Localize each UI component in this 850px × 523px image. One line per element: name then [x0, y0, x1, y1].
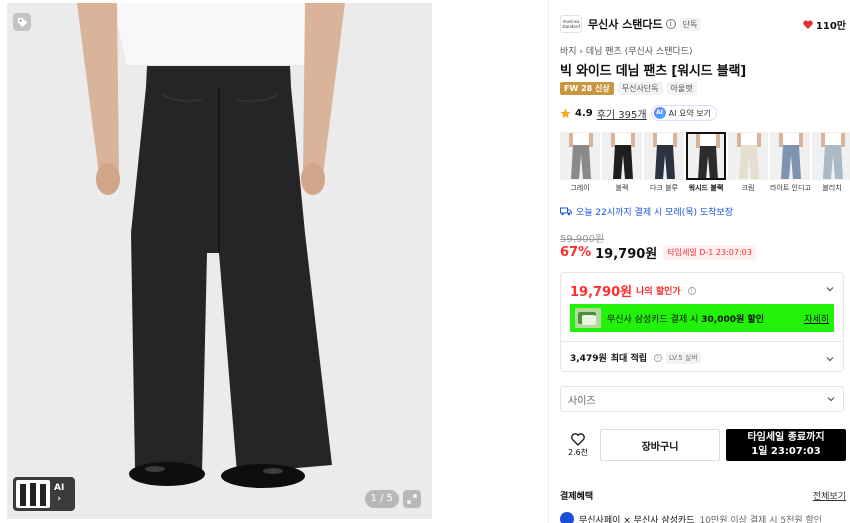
ai-summary-button[interactable]: AI AI 요약 보기: [650, 105, 717, 121]
payment-benefit-sub: 10만원 이상 결제 시 5천원 할인: [699, 515, 823, 523]
ai-label: AI: [54, 483, 65, 493]
my-price-label: 나의 할인가: [636, 287, 681, 297]
product-title: 빅 와이드 데님 팬츠 [워시드 블랙]: [560, 64, 746, 79]
musinsa-pay-icon: [560, 512, 574, 523]
delivery-text: 오늘 22시까지 결제 시 모레(목) 도착보장: [576, 208, 733, 218]
card-discount-banner[interactable]: 무신사 삼성카드 결제 시 30,000원 할인 자세히: [570, 304, 834, 332]
card-image: [575, 308, 601, 328]
reviews-link[interactable]: 후기 395개: [597, 106, 647, 121]
rating-row: 4.9 후기 395개 AI AI 요약 보기: [560, 105, 717, 121]
color-option-thumbnail: [812, 132, 850, 180]
color-option[interactable]: 블리치: [812, 132, 850, 193]
card-details-link[interactable]: 자세히: [804, 312, 829, 325]
member-level-badge: LV.5 실버: [666, 351, 701, 364]
size-select-placeholder: 사이즈: [568, 395, 596, 407]
ai-summary-label: AI 요약 보기: [668, 108, 711, 118]
chevron-down-icon-2[interactable]: [825, 354, 835, 364]
image-counter: 1 / 5: [364, 490, 399, 508]
similar-products-thumbnail: [16, 480, 50, 508]
timesale-badge: 타임세일 D-1 23:07:03: [663, 245, 756, 260]
view-all-link[interactable]: 전체보기: [813, 489, 846, 502]
color-option-thumbnail: [560, 132, 600, 180]
price-row: 67% 19,790원 타임세일 D-1 23:07:03: [560, 243, 756, 262]
brand-name-link[interactable]: 무신사 스탠다드: [588, 16, 663, 32]
heart-icon: [803, 20, 813, 29]
points-label: 최대 적립: [610, 354, 648, 364]
color-option-thumbnail: [602, 132, 642, 180]
color-option-label: 라이트 인디고: [770, 184, 811, 192]
outlet-badge: 아울렛: [666, 82, 697, 95]
add-to-cart-button[interactable]: 장바구니: [600, 429, 720, 461]
delivery-guarantee[interactable]: 오늘 22시까지 결제 시 모레(목) 도착보장: [560, 205, 733, 218]
star-icon: [560, 108, 571, 118]
like-count: 110만: [815, 20, 846, 32]
card-text: 무신사 삼성카드 결제 시: [607, 314, 699, 325]
my-price-row[interactable]: 19,790원 나의 할인가 i: [570, 281, 696, 300]
payment-benefits-header: 결제혜택 전체보기: [560, 489, 846, 502]
tag-icon[interactable]: [13, 13, 31, 31]
heart-outline-icon: [571, 432, 585, 446]
payment-benefit-main: 무신사페이 × 무신사 삼성카드: [579, 515, 695, 523]
purchase-actions: 2.6천 장바구니 타임세일 종료까지 1일 23:07:03: [560, 429, 846, 461]
product-badges: FW 28 신상 무신사단독 아울렛: [560, 82, 697, 95]
buy-button-line1: 타임세일 종료까지: [747, 432, 825, 443]
card-amount: 30,000원 할인: [701, 314, 764, 325]
chevron-right-icon: ›: [57, 494, 62, 504]
chevron-down-icon[interactable]: [825, 284, 835, 294]
ai-icon: AI: [653, 107, 666, 119]
color-option-label: 블리치: [822, 184, 842, 192]
like-count-button[interactable]: 110만: [803, 17, 846, 32]
rating-score: 4.9: [575, 107, 593, 119]
color-option[interactable]: 워시드 블랙: [686, 132, 726, 193]
expand-icon[interactable]: [403, 490, 421, 508]
color-option-thumbnail: [770, 132, 810, 180]
discount-rate: 67%: [560, 245, 592, 260]
color-option-label: 그레이: [570, 184, 590, 192]
brand-row: musinsa standard 무신사 스탠다드 i 단독 110만: [560, 15, 846, 33]
size-select[interactable]: 사이즈: [560, 386, 844, 412]
color-options: 그레이 블랙 다크 블루 워시드 블랙 크림 라이트 인디고 블리치: [560, 132, 850, 193]
sale-price: 19,790원: [595, 247, 658, 262]
color-option-label: 다크 블루: [650, 184, 678, 192]
payment-benefits-title: 결제혜택: [560, 492, 594, 502]
chevron-down-icon-3: [827, 397, 835, 402]
color-option[interactable]: 다크 블루: [644, 132, 684, 193]
color-option-label: 크림: [741, 184, 755, 192]
ai-similar-products-button[interactable]: AI ›: [13, 477, 75, 511]
color-option-label: 블랙: [615, 184, 629, 192]
info-icon-3[interactable]: i: [654, 353, 663, 362]
product-image[interactable]: AI › 1 / 5: [7, 3, 432, 519]
column-divider: [548, 0, 549, 523]
points-amount: 3,479원: [570, 354, 607, 364]
points-row[interactable]: 3,479원 최대 적립 i LV.5 실버: [570, 351, 701, 364]
color-option[interactable]: 블랙: [602, 132, 642, 193]
breadcrumb[interactable]: 바지 › 데님 팬츠 (무신사 스탠다드): [560, 44, 693, 57]
my-price-value: 19,790원: [570, 285, 633, 300]
wishlist-count: 2.6천: [567, 447, 589, 457]
color-option-thumbnail: [728, 132, 768, 180]
color-option-label: 워시드 블랙: [688, 184, 724, 192]
color-option-thumbnail: [644, 132, 684, 180]
truck-icon: [560, 207, 572, 216]
brand-logo[interactable]: musinsa standard: [560, 15, 582, 33]
info-icon-2[interactable]: i: [687, 286, 696, 295]
color-option[interactable]: 그레이: [560, 132, 600, 193]
buy-now-button[interactable]: 타임세일 종료까지 1일 23:07:03: [726, 429, 846, 461]
color-option-thumbnail: [686, 132, 726, 180]
buy-button-line2: 1일 23:07:03: [751, 446, 821, 457]
benefit-box: 19,790원 나의 할인가 i 무신사 삼성카드 결제 시 30,000원 할…: [560, 272, 844, 372]
divider: [561, 341, 843, 342]
exclusive-badge: 단독: [679, 17, 701, 31]
color-option[interactable]: 라이트 인디고: [770, 132, 811, 193]
exclusive-badge-2: 무신사단독: [617, 82, 663, 95]
wishlist-button[interactable]: 2.6천: [560, 432, 596, 458]
brand-logo-text-2: standard: [562, 24, 580, 29]
info-icon[interactable]: i: [665, 19, 676, 29]
product-model-illustration: [77, 3, 345, 488]
season-badge: FW 28 신상: [560, 82, 614, 95]
color-option[interactable]: 크림: [728, 132, 768, 193]
payment-benefit-item[interactable]: 무신사페이 × 무신사 삼성카드 10만원 이상 결제 시 5천원 할인: [560, 512, 822, 523]
